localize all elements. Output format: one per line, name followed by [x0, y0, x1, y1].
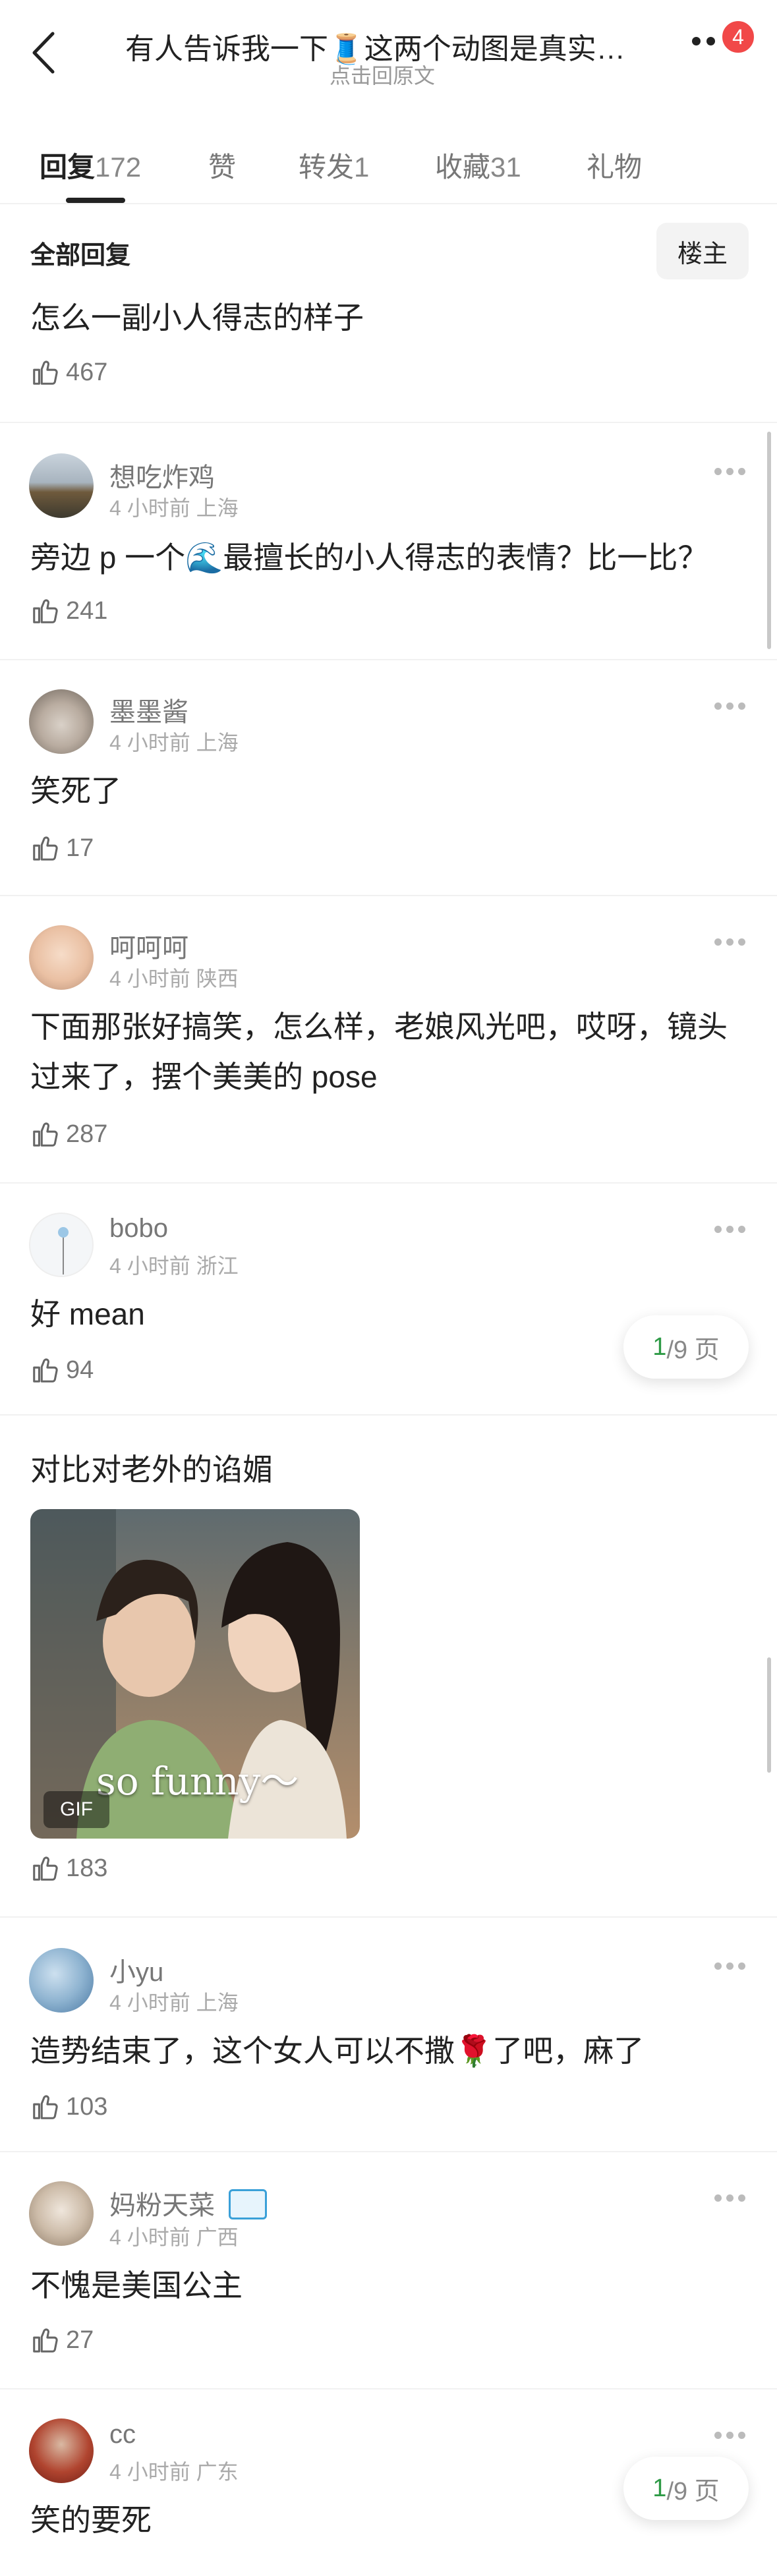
- like-count: 467: [66, 358, 108, 386]
- comment-item: bobo 4 小时前 浙江 好 mean 94: [0, 1184, 777, 1416]
- username[interactable]: 妈粉天菜: [109, 2184, 268, 2222]
- avatar[interactable]: [29, 1948, 94, 2013]
- comment-item: 想吃炸鸡 4 小时前 上海 旁边 p 一个🌊最擅长的小人得志的表情？比一比？ 2…: [0, 423, 777, 660]
- comment-meta: 4 小时前 广东: [109, 2460, 239, 2484]
- thumbs-up-icon: [33, 1856, 58, 1881]
- comment-more-button[interactable]: [714, 467, 751, 477]
- username[interactable]: 呵呵呵: [109, 927, 188, 965]
- active-tab-indicator: [66, 198, 125, 203]
- like-button[interactable]: 241: [30, 596, 107, 626]
- thumbs-up-icon: [33, 836, 58, 861]
- gif-image[interactable]: so funny～ GIF: [30, 1509, 360, 1839]
- comment-more-button[interactable]: [714, 937, 751, 948]
- like-count: 103: [66, 2092, 108, 2121]
- comment-text: 怎么一副小人得志的样子: [30, 301, 364, 335]
- page-current: 1: [652, 1332, 667, 1361]
- avatar[interactable]: [29, 925, 94, 990]
- like-button[interactable]: 467: [30, 357, 107, 387]
- comment-item: 妈粉天菜 4 小时前 广西 不愧是美国公主 27: [0, 2152, 777, 2390]
- page-total: /9 页: [666, 1336, 720, 1364]
- chevron-left-icon: [32, 32, 55, 74]
- avatar[interactable]: [29, 689, 94, 754]
- comment-text: 造势结束了，这个女人可以不撒🌹了吧，麻了: [30, 2034, 645, 2068]
- avatar[interactable]: [29, 2181, 94, 2246]
- tab-reposts[interactable]: 转发1: [299, 145, 369, 185]
- like-count: 17: [66, 834, 94, 862]
- owner-only-button[interactable]: 楼主: [656, 223, 749, 279]
- comment-item: 小yu 4 小时前 上海 造势结束了，这个女人可以不撒🌹了吧，麻了 103: [0, 1918, 777, 2152]
- like-count: 94: [66, 1356, 94, 1384]
- tab-gifts[interactable]: 礼物: [587, 145, 642, 185]
- thumbs-up-icon: [33, 360, 58, 385]
- verified-card-icon: [229, 2189, 268, 2219]
- like-button[interactable]: 103: [30, 2092, 107, 2122]
- comment-meta: 4 小时前 上海: [109, 731, 239, 755]
- username[interactable]: 想吃炸鸡: [109, 456, 215, 494]
- pinwheel-icon: [58, 1227, 69, 1274]
- top-bar: 有人告诉我一下🧵这两个动图是真实… 点击回原文 4: [0, 0, 777, 105]
- thumbs-up-icon: [33, 2328, 58, 2353]
- tab-replies[interactable]: 回复172: [40, 145, 141, 185]
- like-count: 27: [66, 2326, 94, 2354]
- tab-bar: 回复172 赞 转发1 收藏31 礼物: [0, 132, 777, 204]
- gif-caption: so funny～: [96, 1759, 299, 1804]
- page-indicator[interactable]: 1/9 页: [623, 2457, 749, 2520]
- scrollbar[interactable]: [767, 1657, 771, 1773]
- all-replies-label[interactable]: 全部回复: [30, 235, 130, 271]
- thumbs-up-icon: [33, 599, 58, 623]
- comment-more-button[interactable]: [714, 1224, 751, 1235]
- comment-meta: 4 小时前 陕西: [109, 967, 239, 990]
- gif-badge: GIF: [43, 1791, 109, 1828]
- like-button[interactable]: 287: [30, 1119, 107, 1149]
- avatar[interactable]: [29, 2419, 94, 2483]
- comment-item: 墨墨酱 4 小时前 上海 笑死了 17: [0, 660, 777, 896]
- comment-meta: 4 小时前 浙江: [109, 1254, 239, 1278]
- page-total: /9 页: [666, 2477, 720, 2505]
- comment-text: 旁边 p 一个🌊最擅长的小人得志的表情？比一比？: [30, 540, 708, 575]
- like-count: 287: [66, 1120, 108, 1148]
- comment-text: 对比对老外的谄媚: [30, 1452, 273, 1487]
- comment-meta: 4 小时前 广西: [109, 2225, 239, 2249]
- page-current: 1: [652, 2474, 667, 2502]
- comment-more-button[interactable]: [714, 701, 751, 712]
- avatar[interactable]: [29, 453, 94, 518]
- comment-item: 呵呵呵 4 小时前 陕西 下面那张好搞笑，怎么样，老娘风光吧，哎呀，镜头过来了，…: [0, 896, 777, 1184]
- comment-more-button[interactable]: [714, 2430, 751, 2441]
- thumbs-up-icon: [33, 2095, 58, 2119]
- username[interactable]: 墨墨酱: [109, 691, 188, 729]
- comment-more-button[interactable]: [714, 2193, 751, 2204]
- like-count: 183: [66, 1854, 108, 1882]
- page-indicator[interactable]: 1/9 页: [623, 1315, 749, 1379]
- like-button[interactable]: 17: [30, 833, 94, 863]
- comment-text: 笑死了: [30, 774, 121, 808]
- username[interactable]: 小yu: [109, 1951, 163, 1989]
- back-to-post-link[interactable]: 点击回原文: [330, 59, 435, 90]
- username[interactable]: cc: [109, 2420, 136, 2449]
- like-button[interactable]: 27: [30, 2325, 94, 2355]
- reply-filter-bar: 全部回复 楼主: [0, 211, 777, 290]
- username[interactable]: bobo: [109, 1214, 168, 1244]
- back-button[interactable]: [24, 26, 63, 79]
- comment-meta: 4 小时前 上海: [109, 496, 239, 520]
- tab-favorites[interactable]: 收藏31: [435, 145, 521, 185]
- comment-text: 不愧是美国公主: [30, 2268, 243, 2303]
- comment-meta: 4 小时前 上海: [109, 1991, 239, 2015]
- like-button[interactable]: 94: [30, 1355, 94, 1385]
- like-button[interactable]: 183: [30, 1853, 107, 1883]
- username-text: 妈粉天菜: [109, 2191, 215, 2220]
- thumbs-up-icon: [33, 1358, 58, 1383]
- comment-text: 下面那张好搞笑，怎么样，老娘风光吧，哎呀，镜头过来了，摆个美美的 pose: [30, 1010, 728, 1094]
- thumbs-up-icon: [33, 1122, 58, 1147]
- comment-item: 怎么一副小人得志的样子 467: [0, 290, 777, 423]
- avatar[interactable]: [29, 1213, 94, 1277]
- tab-likes[interactable]: 赞: [208, 145, 236, 185]
- notification-badge: 4: [720, 18, 757, 55]
- like-count: 241: [66, 596, 108, 625]
- scrollbar[interactable]: [767, 432, 771, 649]
- comment-more-button[interactable]: [714, 1961, 751, 1972]
